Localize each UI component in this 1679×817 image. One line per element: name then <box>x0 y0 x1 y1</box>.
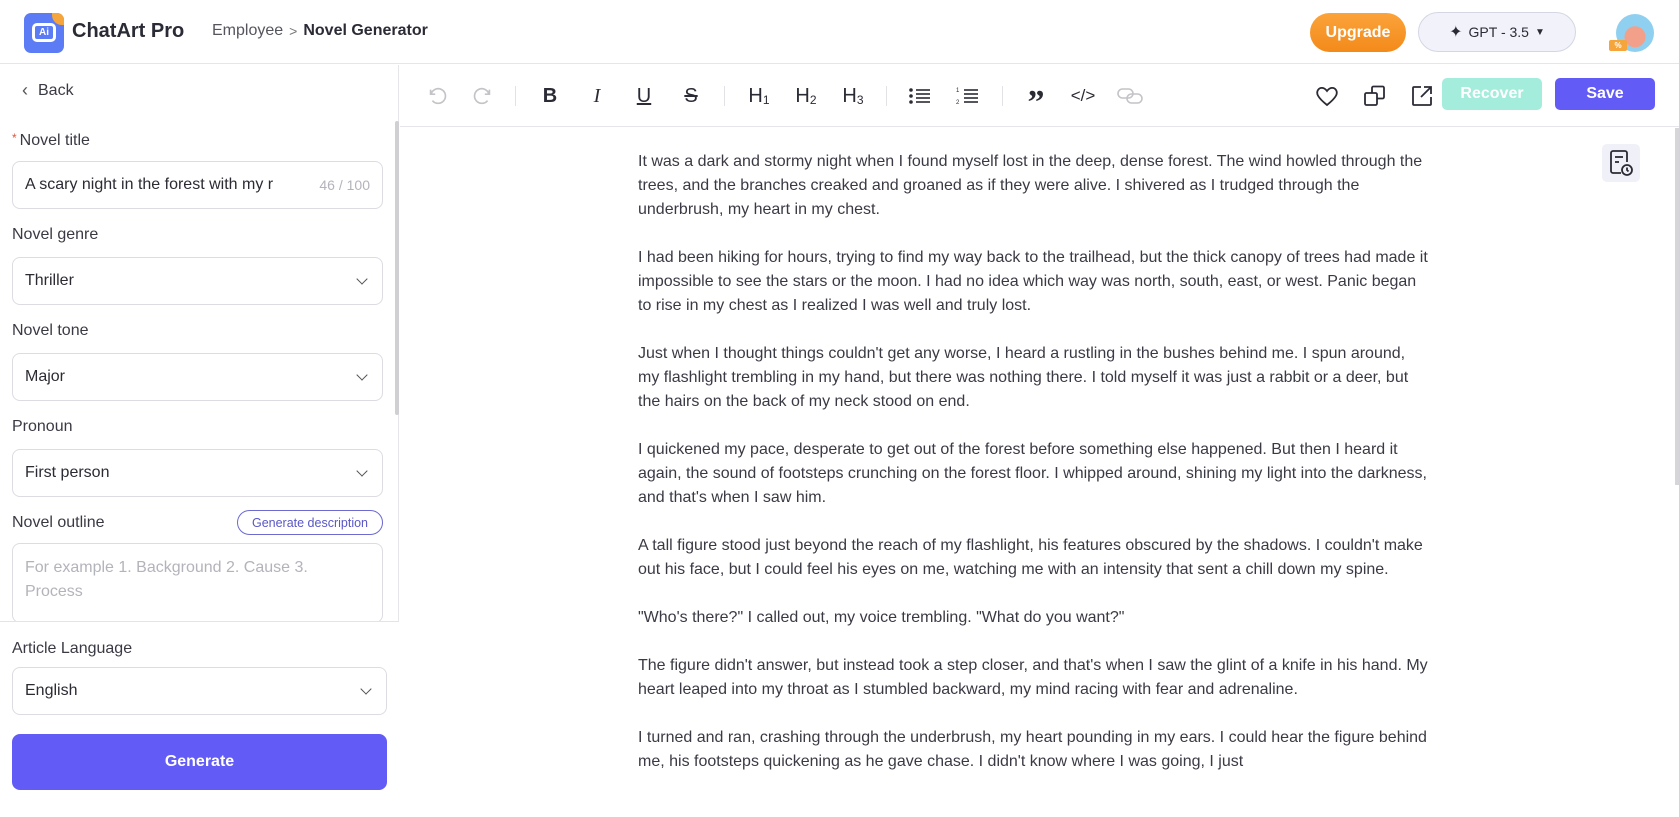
editor-scrollbar[interactable] <box>1675 128 1679 485</box>
discount-badge: % <box>1609 40 1627 51</box>
italic-button[interactable]: I <box>582 79 612 113</box>
paragraph: I turned and ran, crashing through the u… <box>638 729 1427 770</box>
breadcrumb: Employee > Novel Generator <box>212 22 428 40</box>
breadcrumb-employee[interactable]: Employee <box>212 22 283 40</box>
code-block-button[interactable]: </> <box>1068 79 1098 113</box>
svg-text:2: 2 <box>956 100 960 106</box>
external-link-icon <box>1412 86 1432 106</box>
chevron-down-icon <box>360 683 372 695</box>
novel-outline-textarea[interactable]: For example 1. Background 2. Cause 3. Pr… <box>12 543 383 621</box>
sparkle-icon: ✦ <box>1449 24 1463 41</box>
undo-button[interactable] <box>422 79 452 113</box>
breadcrumb-current: Novel Generator <box>303 22 428 39</box>
document-history-icon <box>1610 150 1633 176</box>
generate-description-button[interactable]: Generate description <box>237 510 383 535</box>
article-language-value: English <box>25 682 78 699</box>
sidebar-scrollbar[interactable] <box>395 121 399 415</box>
numbered-list-button[interactable]: 12 <box>953 79 983 113</box>
back-button[interactable]: ‹ Back <box>22 80 74 101</box>
novel-tone-value: Major <box>25 368 66 385</box>
save-button[interactable]: Save <box>1555 78 1655 110</box>
paragraph: A tall figure stood just beyond the reac… <box>638 537 1423 578</box>
model-selector[interactable]: ✦ GPT - 3.5 ▼ <box>1418 12 1576 52</box>
pronoun-label: Pronoun <box>12 418 73 435</box>
paragraph: I quickened my pace, desperate to get ou… <box>638 441 1427 506</box>
settings-sidebar: ‹ Back * Novel title A scary night in the… <box>0 65 399 817</box>
paragraph: It was a dark and stormy night when I fo… <box>638 153 1423 218</box>
novel-outline-label: Novel outline <box>12 514 105 531</box>
paragraph: "Who's there?" I called out, my voice tr… <box>638 609 1125 626</box>
novel-genre-select[interactable]: Thriller <box>12 257 383 305</box>
history-button[interactable] <box>1602 144 1640 182</box>
upgrade-button[interactable]: Upgrade <box>1310 13 1406 52</box>
editor-content[interactable]: It was a dark and stormy night when I fo… <box>400 128 1671 817</box>
toolbar-divider <box>515 86 516 106</box>
recover-button[interactable]: Recover <box>1442 78 1542 110</box>
novel-genre-label: Novel genre <box>12 226 99 243</box>
paragraph: Just when I thought things couldn't get … <box>638 345 1409 410</box>
generate-button[interactable]: Generate <box>12 734 387 790</box>
copy-icon <box>1364 85 1385 106</box>
novel-tone-select[interactable]: Major <box>12 353 383 401</box>
novel-title-input[interactable]: A scary night in the forest with my r 46… <box>12 161 383 209</box>
novel-title-label: * Novel title <box>12 131 90 149</box>
pronoun-value: First person <box>25 464 110 481</box>
link-icon <box>1117 88 1143 104</box>
svg-text:1: 1 <box>956 88 960 94</box>
bullet-list-icon <box>909 88 930 104</box>
chevron-left-icon: ‹ <box>22 80 28 100</box>
underline-button[interactable]: U <box>629 79 659 113</box>
novel-title-value: A scary night in the forest with my r <box>25 176 274 193</box>
caret-down-icon: ▼ <box>1534 26 1545 38</box>
pronoun-select[interactable]: First person <box>12 449 383 497</box>
app-header: Ai ChatArt Pro Employee > Novel Generato… <box>0 0 1679 64</box>
novel-genre-value: Thriller <box>25 272 74 289</box>
chevron-down-icon <box>356 465 368 477</box>
heading-1-button[interactable]: H1 <box>744 79 774 113</box>
chevron-down-icon <box>356 369 368 381</box>
toolbar-divider <box>1002 86 1003 106</box>
sidebar-form: ‹ Back * Novel title A scary night in the… <box>0 65 399 621</box>
undo-icon <box>429 87 447 105</box>
numbered-list-icon: 12 <box>956 88 978 106</box>
paragraph: The figure didn't answer, but instead to… <box>638 657 1428 698</box>
bold-button[interactable]: B <box>535 79 565 113</box>
novel-document[interactable]: It was a dark and stormy night when I fo… <box>638 150 1428 798</box>
favorite-button[interactable] <box>1312 79 1342 113</box>
heading-2-button[interactable]: H2 <box>791 79 821 113</box>
brand-name[interactable]: ChatArt Pro <box>72 20 184 43</box>
copy-button[interactable] <box>1360 79 1390 113</box>
strikethrough-button[interactable]: S <box>676 79 706 113</box>
chevron-down-icon <box>356 273 368 285</box>
toolbar-divider <box>724 86 725 106</box>
export-button[interactable] <box>1407 79 1437 113</box>
redo-icon <box>473 87 491 105</box>
novel-tone-label: Novel tone <box>12 322 89 339</box>
paragraph: I had been hiking for hours, trying to f… <box>638 249 1428 314</box>
link-button[interactable] <box>1115 79 1145 113</box>
article-language-select[interactable]: English <box>12 667 387 715</box>
model-label: GPT - 3.5 <box>1468 24 1529 40</box>
sidebar-footer: Article Language English Generate <box>0 621 399 817</box>
breadcrumb-separator-icon: > <box>289 23 298 39</box>
required-marker: * <box>12 131 17 145</box>
character-counter: 46 / 100 <box>319 177 370 193</box>
back-label: Back <box>38 81 74 99</box>
chatart-logo-icon[interactable]: Ai <box>24 13 64 53</box>
blockquote-button[interactable]: ” <box>1021 79 1051 121</box>
toolbar-divider <box>886 86 887 106</box>
editor-toolbar: B I U S H1 H2 H3 12 ” </> Recover Save <box>400 65 1679 127</box>
heart-icon <box>1316 86 1338 107</box>
redo-button[interactable] <box>468 79 498 113</box>
heading-3-button[interactable]: H3 <box>838 79 868 113</box>
article-language-label: Article Language <box>12 640 133 657</box>
bullet-list-button[interactable] <box>905 79 935 113</box>
